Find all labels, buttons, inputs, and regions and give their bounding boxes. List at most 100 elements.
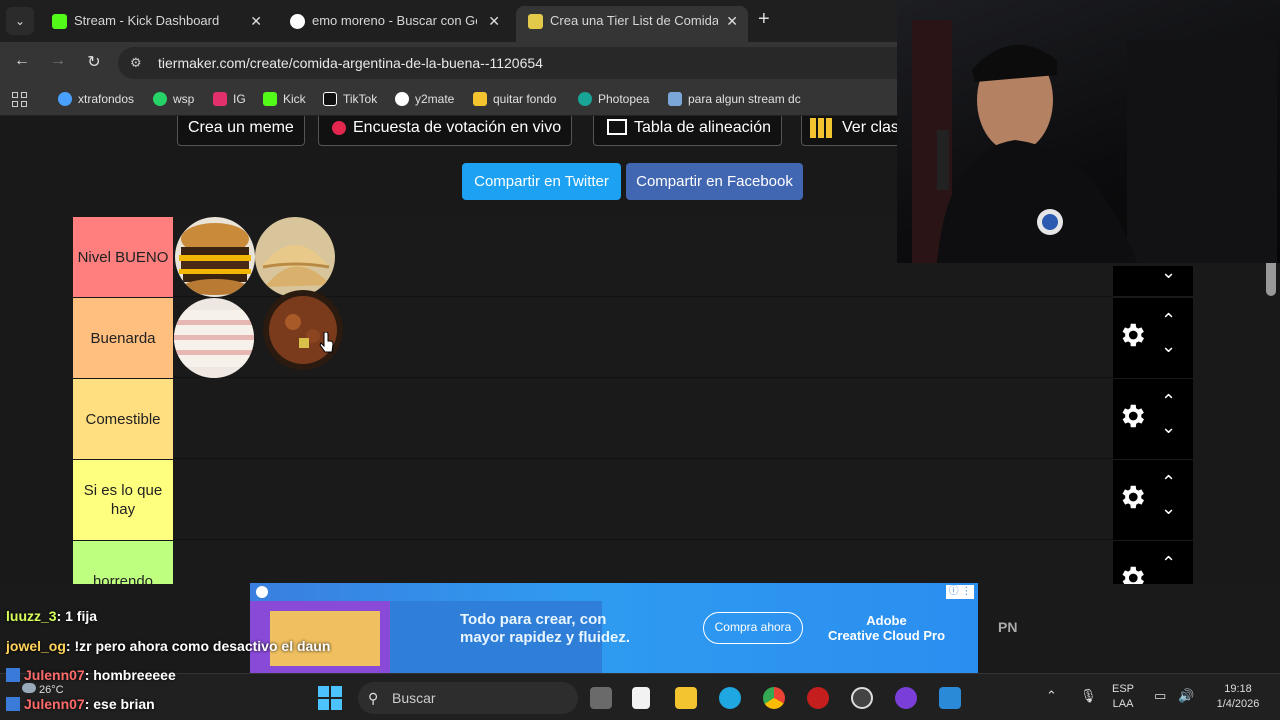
app-red-icon[interactable]	[807, 687, 829, 709]
notepad-icon[interactable]	[632, 687, 650, 709]
ranking-grid-icon	[810, 118, 832, 138]
windows-start-icon[interactable]	[318, 686, 342, 710]
reload-icon[interactable]: ↻	[83, 52, 105, 72]
tiermaker-icon	[528, 14, 543, 29]
ad-info-icon[interactable]: ⓘ ⋮	[946, 585, 974, 599]
chat-message: luuzz_3: 1 fija	[6, 608, 98, 624]
tier-row-horrendo[interactable]: horrendo	[73, 541, 1113, 584]
bookmark-tiktok[interactable]: TikTok	[323, 92, 377, 106]
chat-badge-icon	[6, 697, 20, 711]
tier-row-comestible[interactable]: Comestible	[73, 379, 1113, 459]
encuesta-button[interactable]: Encuesta de votación en vivo	[318, 116, 573, 146]
tier-item-sandwich-de-miga[interactable]	[174, 298, 254, 378]
windows-taskbar: 26°C ⚲ Buscar ⌃ 🎙 ESP LAA ▭ 🔊 19:18 1/4/…	[0, 673, 1280, 720]
chat-message: Julenn07: ese brian	[6, 696, 155, 712]
apps-grid-icon[interactable]	[12, 92, 28, 108]
bookmark-kick[interactable]: Kick	[263, 92, 306, 106]
bookmark-xtrafondos[interactable]: xtrafondos	[58, 92, 134, 106]
photos-icon[interactable]	[939, 687, 961, 709]
tier-label[interactable]: Si es lo que hay	[73, 460, 173, 540]
bookmark-photopea[interactable]: Photopea	[578, 92, 649, 106]
close-icon[interactable]: ✕	[488, 6, 500, 36]
kick-icon	[263, 92, 277, 106]
tier-item-locro[interactable]	[263, 290, 343, 370]
chevron-up-icon[interactable]: ⌃	[1046, 688, 1057, 703]
tab-google-search[interactable]: emo moreno - Buscar con Google ✕	[278, 6, 510, 36]
chevron-down-icon[interactable]: ⌄	[1161, 262, 1176, 283]
chevron-down-icon[interactable]: ⌄	[1161, 336, 1176, 357]
ad-headline: Todo para crear, con mayor rapidez y flu…	[460, 611, 631, 646]
language-indicator[interactable]: ESP LAA	[1112, 682, 1134, 712]
live-dot-icon	[332, 121, 346, 135]
bookmark-ig[interactable]: IG	[213, 92, 246, 106]
adobe-ad-banner[interactable]: Todo para crear, con mayor rapidez y flu…	[250, 583, 978, 673]
chevron-up-icon[interactable]: ⌃	[1161, 391, 1176, 412]
ver-clasificacion-button[interactable]: Ver clas	[801, 116, 911, 146]
tier-controls-1: ⌄	[1113, 262, 1193, 296]
edge-icon[interactable]	[719, 687, 741, 709]
chevron-up-icon[interactable]: ⌃	[1161, 472, 1176, 493]
chevron-up-icon[interactable]: ⌃	[1161, 310, 1176, 331]
sandwich-miga-image	[174, 298, 254, 378]
y2mate-icon	[395, 92, 409, 106]
close-icon[interactable]: ✕	[726, 6, 738, 36]
tier-label[interactable]: Nivel BUENO	[73, 217, 173, 297]
tier-item-hamburguesa[interactable]	[175, 217, 255, 297]
back-arrow-icon[interactable]: ←	[11, 52, 33, 70]
volume-icon[interactable]: 🔊	[1178, 688, 1194, 703]
bookmark-y2mate[interactable]: y2mate	[395, 92, 454, 106]
taskbar-search-box[interactable]: ⚲ Buscar	[358, 682, 578, 714]
webcam-overlay	[897, 0, 1280, 263]
bookmark-quitar-fondo[interactable]: quitar fondo	[473, 92, 556, 106]
weather-widget[interactable]: 26°C	[22, 683, 64, 696]
gear-icon[interactable]	[1117, 563, 1147, 584]
tiktok-icon	[323, 92, 337, 106]
streamer-webcam-image	[912, 20, 1277, 263]
bookmark-para-algun-stream[interactable]: para algun stream dc	[668, 92, 801, 106]
share-facebook-button[interactable]: Compartir en Facebook	[626, 163, 803, 200]
clock[interactable]: 19:18 1/4/2026	[1208, 682, 1268, 712]
file-explorer-icon[interactable]	[675, 687, 697, 709]
empanadas-image	[255, 217, 335, 297]
tier-row-buenarda[interactable]: Buenarda	[73, 290, 1113, 378]
google-icon	[290, 14, 305, 29]
chevron-down-icon[interactable]: ⌄	[1161, 498, 1176, 519]
tab-kick-dashboard[interactable]: Stream - Kick Dashboard ✕	[40, 6, 272, 36]
chevron-up-icon[interactable]: ⌃	[1161, 553, 1176, 574]
url-text: tiermaker.com/create/comida-argentina-de…	[158, 55, 543, 71]
media-player-icon[interactable]	[895, 687, 917, 709]
site-info-icon[interactable]: ⚙	[130, 55, 142, 71]
forward-arrow-icon[interactable]: →	[47, 52, 69, 70]
tabla-alineacion-button[interactable]: Tabla de alineación	[593, 116, 782, 146]
obs-icon[interactable]	[851, 687, 873, 709]
crea-un-meme-button[interactable]: Crea un meme	[177, 116, 305, 146]
grid-table-icon	[607, 119, 627, 135]
tab-tiermaker[interactable]: Crea una Tier List de Comida Argentina ✕	[516, 6, 748, 42]
gear-icon[interactable]	[1117, 320, 1147, 350]
locro-image	[263, 290, 343, 370]
task-view-icon[interactable]	[590, 687, 612, 709]
gear-icon[interactable]	[1117, 482, 1147, 512]
microphone-icon[interactable]: 🎙	[1080, 688, 1097, 703]
tier-label[interactable]: horrendo	[73, 541, 173, 584]
tier-label[interactable]: Comestible	[73, 379, 173, 459]
compra-ahora-button[interactable]: Compra ahora	[703, 612, 803, 644]
network-icon[interactable]: ▭	[1154, 688, 1166, 703]
chat-message: jowel_og: !zr pero ahora como desactivo …	[6, 638, 331, 654]
chat-message: Julenn07: hombreeeee	[6, 667, 176, 683]
tab-search-button[interactable]: ⌄	[6, 7, 34, 35]
tier-row-si-es-lo-que-hay[interactable]: Si es lo que hay	[73, 460, 1113, 540]
chrome-icon[interactable]	[763, 687, 785, 709]
kick-icon	[52, 14, 67, 29]
tier-controls-3: ⌃ ⌄	[1113, 379, 1193, 459]
chevron-down-icon[interactable]: ⌄	[1161, 417, 1176, 438]
tier-label[interactable]: Buenarda	[73, 298, 173, 378]
share-twitter-button[interactable]: Compartir en Twitter	[462, 163, 621, 200]
new-tab-button[interactable]: +	[758, 8, 770, 31]
bookmark-wsp[interactable]: wsp	[153, 92, 194, 106]
tier-item-empanadas[interactable]	[255, 217, 335, 297]
burger-image	[175, 217, 255, 297]
close-icon[interactable]: ✕	[250, 6, 262, 36]
ad-choices-icon[interactable]	[256, 586, 268, 598]
gear-icon[interactable]	[1117, 401, 1147, 431]
